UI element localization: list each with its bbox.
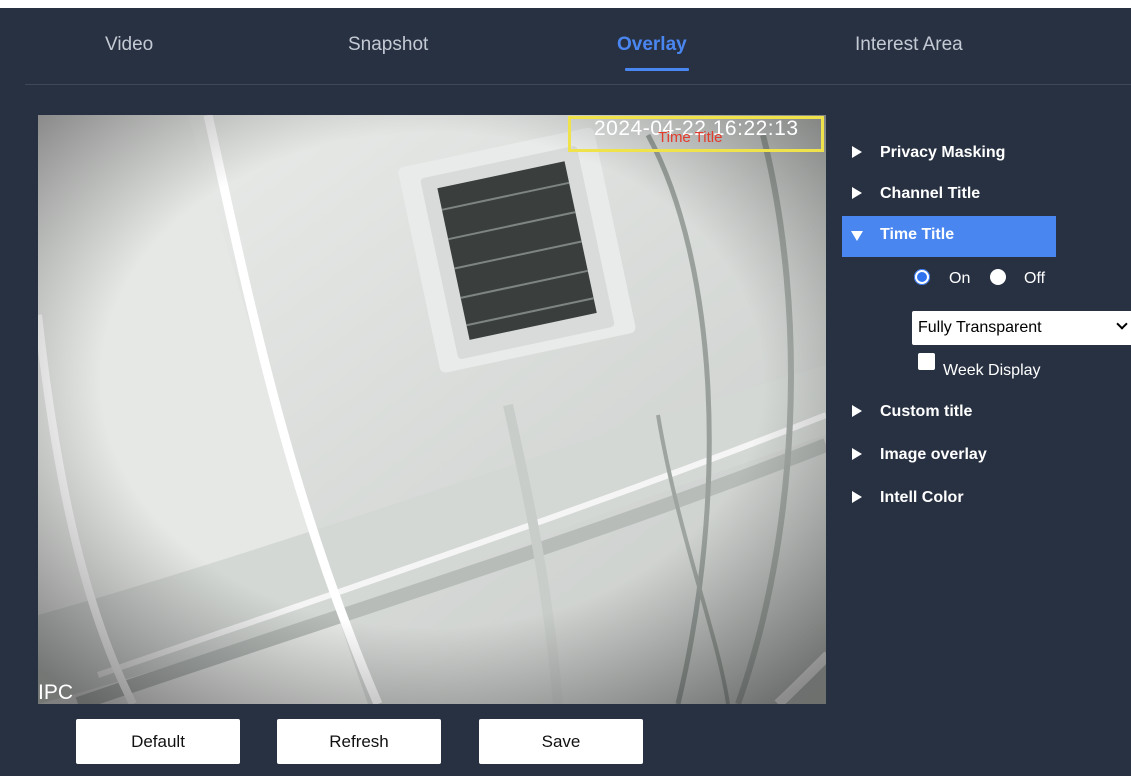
expand-arrow-icon [852, 491, 862, 503]
refresh-button[interactable]: Refresh [277, 719, 441, 764]
tab-snapshot[interactable]: Snapshot [348, 34, 428, 56]
menu-item-label: Image overlay [880, 446, 987, 463]
chevron-down-icon [1116, 318, 1128, 330]
radio-on-label: On [949, 270, 971, 287]
transparency-select[interactable]: Fully Transparent [912, 311, 1131, 345]
menu-item-label: Custom title [880, 403, 973, 420]
menu-item-custom-title[interactable]: Custom title [842, 393, 1056, 433]
expand-arrow-icon [852, 187, 862, 199]
menu-item-intell-color[interactable]: Intell Color [842, 479, 1056, 519]
transparency-select-value: Fully Transparent [918, 319, 1042, 336]
camera-scene-image [38, 115, 826, 704]
radio-off[interactable] [990, 269, 1006, 285]
expand-arrow-icon [852, 146, 862, 158]
osd-time-title-label: Time Title [658, 129, 723, 146]
tab-video[interactable]: Video [105, 34, 153, 56]
overlay-settings-panel: Video Snapshot Overlay Interest Area 202… [0, 8, 1131, 776]
active-tab-indicator [625, 68, 689, 71]
week-display-checkbox[interactable] [918, 353, 935, 370]
camera-preview[interactable]: 2024-04-22 16:22:13 Time Title IPC [38, 115, 826, 704]
expand-arrow-icon [852, 448, 862, 460]
tab-interest-area[interactable]: Interest Area [855, 34, 963, 56]
menu-item-channel-title[interactable]: Channel Title [842, 175, 1056, 215]
expand-arrow-icon [852, 405, 862, 417]
radio-off-label: Off [1024, 270, 1046, 287]
menu-item-image-overlay[interactable]: Image overlay [842, 436, 1056, 476]
menu-item-label: Privacy Masking [880, 144, 1006, 161]
osd-channel-name: IPC [38, 681, 74, 704]
week-display-label: Week Display [943, 362, 1041, 379]
save-button[interactable]: Save [479, 719, 643, 764]
collapse-arrow-icon [851, 231, 863, 241]
menu-item-time-title[interactable]: Time Title [842, 216, 1056, 257]
menu-item-label: Channel Title [880, 185, 981, 202]
menu-item-label: Intell Color [880, 489, 964, 506]
tab-bar: Video Snapshot Overlay Interest Area [25, 8, 1131, 85]
menu-item-privacy-masking[interactable]: Privacy Masking [842, 134, 1056, 174]
radio-on[interactable] [914, 269, 930, 285]
default-button[interactable]: Default [76, 719, 240, 764]
menu-item-label: Time Title [880, 226, 955, 243]
time-title-toggle: On Off [914, 267, 1064, 289]
tab-overlay[interactable]: Overlay [617, 34, 687, 56]
